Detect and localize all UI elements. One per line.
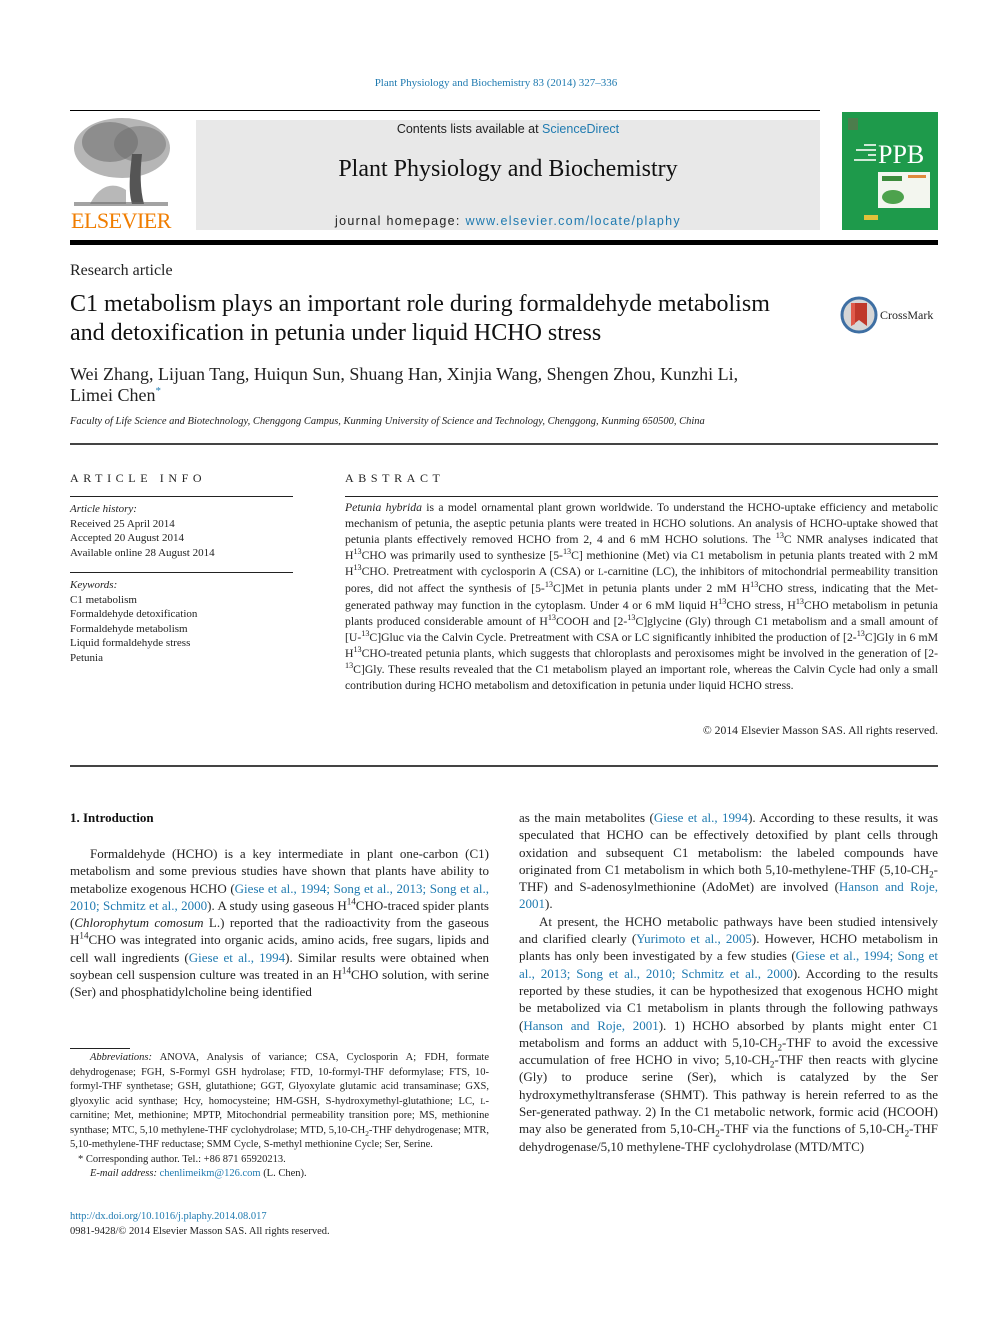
body-column-left: Formaldehyde (HCHO) is a key intermediat… xyxy=(70,845,489,1001)
abstract-segment: CHO was primarily used to synthesize [5- xyxy=(361,549,563,563)
text-segment: as the main metabolites ( xyxy=(519,810,654,825)
journal-homepage-link[interactable]: www.elsevier.com/locate/plaphy xyxy=(465,214,680,228)
header-rule xyxy=(70,240,938,245)
article-info-heading: ARTICLE INFO xyxy=(70,471,207,485)
text-segment: ). xyxy=(545,896,553,912)
cover-acronym: PPB xyxy=(878,140,925,169)
authors-line-1: Wei Zhang, Lijuan Tang, Huiqun Sun, Shua… xyxy=(70,364,739,384)
isotope-superscript: 13 xyxy=(345,661,354,671)
affiliation-rule xyxy=(70,443,938,445)
author-corresponding[interactable]: Limei Chen xyxy=(70,385,155,405)
top-rule xyxy=(70,110,820,111)
intro-paragraph-1: Formaldehyde (HCHO) is a key intermediat… xyxy=(70,845,489,1001)
isotope-superscript: 13 xyxy=(353,547,362,557)
isotope-superscript: 13 xyxy=(775,531,784,541)
abstract-text: Petunia hybrida is a model ornamental pl… xyxy=(345,500,938,694)
history-received: Received 25 April 2014 xyxy=(70,517,175,530)
affiliation: Faculty of Life Science and Biotechnolog… xyxy=(70,416,705,427)
contents-prefix: Contents lists available at xyxy=(396,122,543,136)
running-head-citation[interactable]: Plant Physiology and Biochemistry 83 (20… xyxy=(0,77,992,89)
article-type: Research article xyxy=(70,262,173,279)
isotope-superscript: 13 xyxy=(353,644,362,654)
keywords-label: Keywords: xyxy=(70,579,118,591)
abstract-segment: C]Met in petunia plants under 2 mM H xyxy=(552,582,751,596)
citation-link[interactable]: Hanson and Roje, 2001 xyxy=(523,1018,658,1033)
homepage-line: journal homepage: www.elsevier.com/locat… xyxy=(196,214,820,228)
keyword-item: C1 metabolism xyxy=(70,593,137,606)
history-online: Available online 28 August 2014 xyxy=(70,546,215,559)
abstract-segment: CHO-treated petunia plants, which sugges… xyxy=(361,646,938,660)
abstract-segment: C]Gluc via the Calvin Cycle. Pretreatmen… xyxy=(369,630,857,644)
keyword-item: Formaldehyde detoxification xyxy=(70,608,198,620)
cover-emblem-icon xyxy=(848,118,858,130)
email-footnote: E-mail address: chenlimeikm@126.com (L. … xyxy=(70,1167,489,1182)
crossmark-button[interactable]: CrossMark xyxy=(840,296,940,336)
abstract-copyright: © 2014 Elsevier Masson SAS. All rights r… xyxy=(702,724,938,737)
email-label: E-mail address: xyxy=(90,1168,157,1179)
text-segment: -THF via the functions of 5,10-CH xyxy=(719,1121,905,1137)
abbreviations-footnote: Abbreviations: ANOVA, Analysis of varian… xyxy=(70,1051,489,1153)
contents-line: Contents lists available at ScienceDirec… xyxy=(196,122,820,136)
abstract-segment: CHO. Pretreatment with cyclosporin A (CS… xyxy=(361,565,598,579)
doi-link[interactable]: http://dx.doi.org/10.1016/j.plaphy.2014.… xyxy=(70,1211,267,1222)
text-segment: ). A study using gaseous H xyxy=(207,897,347,913)
email-link[interactable]: chenlimeikm@126.com xyxy=(160,1168,261,1179)
keyword-item: Formaldehyde metabolism xyxy=(70,622,188,635)
body-rule xyxy=(70,765,938,767)
species-name: Chlorophytum comosum xyxy=(74,915,204,931)
history-label: Article history: xyxy=(70,503,137,515)
cover-footer-icon xyxy=(864,215,878,220)
footnotes: Abbreviations: ANOVA, Analysis of varian… xyxy=(70,1051,489,1182)
isotope-superscript: 13 xyxy=(547,612,556,622)
crossmark-label: CrossMark xyxy=(880,308,934,322)
abstract-segment: C]Gly. These results revealed that the C… xyxy=(345,662,938,693)
corresponding-author-marker[interactable]: * xyxy=(155,385,161,397)
homepage-prefix: journal homepage: xyxy=(335,214,466,228)
citation-link[interactable]: Giese et al., 1994 xyxy=(189,950,285,965)
cover-subtitle-icon xyxy=(854,144,876,161)
keyword-item: Petunia xyxy=(70,651,103,664)
isotope-superscript: 13 xyxy=(544,580,553,590)
isotope-superscript: 13 xyxy=(353,563,362,573)
abstract-heading: ABSTRACT xyxy=(345,471,445,485)
body-column-right: as the main metabolites (Giese et al., 1… xyxy=(519,809,938,1155)
citation-link[interactable]: Giese et al., 1994 xyxy=(654,810,748,825)
issn-copyright: 0981-9428/© 2014 Elsevier Masson SAS. Al… xyxy=(70,1226,330,1237)
elsevier-logo[interactable]: ELSEVIER xyxy=(70,114,172,232)
journal-cover-thumbnail[interactable]: PPB xyxy=(842,112,938,230)
keyword-item: Liquid formaldehyde stress xyxy=(70,637,191,649)
section-heading-introduction: 1. Introduction xyxy=(70,810,154,825)
abbreviations-label: Abbreviations: xyxy=(90,1052,153,1063)
journal-masthead: Contents lists available at ScienceDirec… xyxy=(196,120,820,230)
article-info-rule xyxy=(70,496,293,497)
authors-line-2: Limei Chen* xyxy=(70,385,830,406)
isotope-superscript: 13 xyxy=(795,596,805,606)
journal-title: Plant Physiology and Biochemistry xyxy=(338,156,678,182)
footnote-rule xyxy=(70,1048,130,1049)
intro-paragraph-2: At present, the HCHO metabolic pathways … xyxy=(519,913,938,1155)
isotope-superscript: 13 xyxy=(856,628,865,638)
crossmark-icon xyxy=(840,296,878,334)
sciencedirect-link[interactable]: ScienceDirect xyxy=(542,122,619,136)
text-segment: (L. Chen). xyxy=(260,1168,307,1179)
corresponding-author-footnote: * Corresponding author. Tel.: +86 871 65… xyxy=(78,1153,286,1165)
article-history: Article history: Received 25 April 2014 … xyxy=(70,502,300,560)
elsevier-wordmark: ELSEVIER xyxy=(71,208,171,233)
abstract-segment: COOH and [2- xyxy=(556,614,628,628)
history-accepted: Accepted 20 August 2014 xyxy=(70,532,184,544)
elsevier-tree-icon xyxy=(70,114,172,210)
isotope-superscript: 14 xyxy=(346,896,356,907)
keywords-rule xyxy=(70,572,293,573)
citation-link[interactable]: Yurimoto et al., 2005 xyxy=(636,931,752,946)
author-list: Wei Zhang, Lijuan Tang, Huiqun Sun, Shua… xyxy=(70,364,830,406)
isotope-superscript: 14 xyxy=(341,965,351,976)
isotope-superscript: 13 xyxy=(562,547,572,557)
article-title: C1 metabolism plays an important role du… xyxy=(70,291,770,346)
intro-paragraph-1-cont: as the main metabolites (Giese et al., 1… xyxy=(519,809,938,913)
cover-figure-icon xyxy=(878,172,930,208)
abstract-species: Petunia hybrida xyxy=(345,501,422,514)
keywords-block: Keywords: C1 metabolism Formaldehyde det… xyxy=(70,578,300,665)
abstract-rule xyxy=(345,496,938,497)
abstract-segment: CHO stress, H xyxy=(726,598,796,612)
